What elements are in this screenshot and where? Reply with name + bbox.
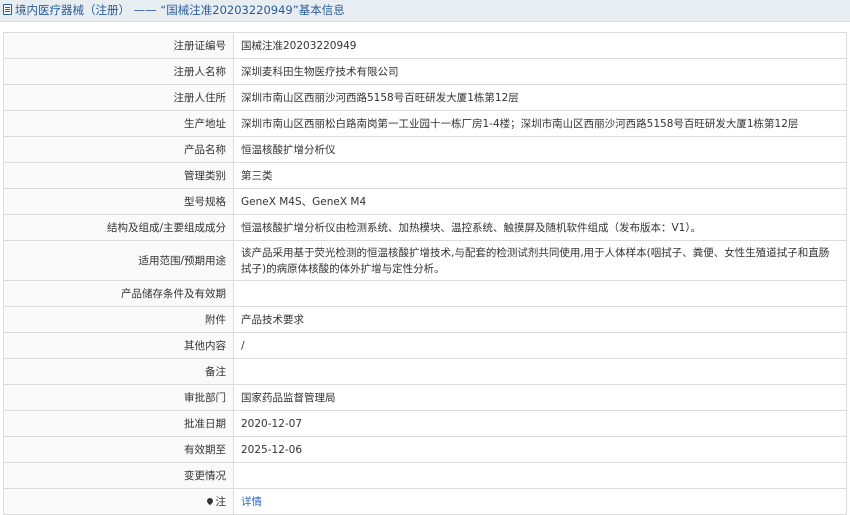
table-row-note: 注 详情: [3, 488, 847, 515]
field-value: 深圳市南山区西丽沙河西路5158号百旺研发大厦1栋第12层: [233, 84, 847, 111]
field-label: 结构及组成/主要组成成分: [3, 214, 234, 241]
field-value: 国械注准20203220949: [233, 32, 847, 59]
field-value: 2025-12-06: [233, 436, 847, 463]
field-label: 审批部门: [3, 384, 234, 411]
table-row: 适用范围/预期用途 该产品采用基于荧光检测的恒温核酸扩增技术,与配套的检测试剂共…: [3, 240, 847, 281]
table-row: 附件 产品技术要求: [3, 306, 847, 333]
table-row: 生产地址 深圳市南山区西丽松白路南岗第一工业园十一栋厂房1-4楼；深圳市南山区西…: [3, 110, 847, 137]
field-label: 备注: [3, 358, 234, 385]
field-value: 国家药品监督管理局: [233, 384, 847, 411]
field-label: 批准日期: [3, 410, 234, 437]
field-label: 适用范围/预期用途: [3, 240, 234, 281]
field-label: 有效期至: [3, 436, 234, 463]
table-row: 结构及组成/主要组成成分 恒温核酸扩增分析仪由检测系统、加热模块、温控系统、触摸…: [3, 214, 847, 241]
table-row: 有效期至 2025-12-06: [3, 436, 847, 463]
field-value: 2020-12-07: [233, 410, 847, 437]
field-value: 第三类: [233, 162, 847, 189]
detail-table-container: 注册证编号 国械注准20203220949 注册人名称 深圳麦科田生物医疗技术有…: [0, 22, 850, 515]
note-value: 详情: [233, 488, 847, 515]
note-label-text: 注: [215, 496, 227, 508]
note-label: 注: [3, 488, 234, 515]
table-row: 管理类别 第三类: [3, 162, 847, 189]
field-label: 变更情况: [3, 462, 234, 489]
field-value: [233, 358, 847, 385]
field-label: 注册证编号: [3, 32, 234, 59]
field-label: 附件: [3, 306, 234, 333]
page-title: 境内医疗器械（注册） —— “国械注准20203220949”基本信息: [15, 3, 345, 17]
field-value: 深圳麦科田生物医疗技术有限公司: [233, 58, 847, 85]
field-value: 产品技术要求: [233, 306, 847, 333]
detail-table: 注册证编号 国械注准20203220949 注册人名称 深圳麦科田生物医疗技术有…: [3, 32, 847, 515]
details-link[interactable]: 详情: [241, 496, 262, 508]
table-row: 变更情况: [3, 462, 847, 489]
table-row: 注册人住所 深圳市南山区西丽沙河西路5158号百旺研发大厦1栋第12层: [3, 84, 847, 111]
field-label: 注册人住所: [3, 84, 234, 111]
field-value: 恒温核酸扩增分析仪由检测系统、加热模块、温控系统、触摸屏及随机软件组成（发布版本…: [233, 214, 847, 241]
page-header: 境内医疗器械（注册） —— “国械注准20203220949”基本信息: [0, 0, 850, 22]
field-value: GeneX M4S、GeneX M4: [233, 188, 847, 215]
field-value: 深圳市南山区西丽松白路南岗第一工业园十一栋厂房1-4楼；深圳市南山区西丽沙河西路…: [233, 110, 847, 137]
table-row: 批准日期 2020-12-07: [3, 410, 847, 437]
document-icon: [3, 4, 12, 15]
table-row: 备注: [3, 358, 847, 385]
field-value: /: [233, 332, 847, 359]
table-row: 产品名称 恒温核酸扩增分析仪: [3, 136, 847, 163]
table-row: 型号规格 GeneX M4S、GeneX M4: [3, 188, 847, 215]
table-row: 注册人名称 深圳麦科田生物医疗技术有限公司: [3, 58, 847, 85]
table-row: 其他内容 /: [3, 332, 847, 359]
field-label: 注册人名称: [3, 58, 234, 85]
field-label: 管理类别: [3, 162, 234, 189]
field-value: [233, 280, 847, 307]
field-label: 生产地址: [3, 110, 234, 137]
field-value: 该产品采用基于荧光检测的恒温核酸扩增技术,与配套的检测试剂共同使用,用于人体样本…: [233, 240, 847, 281]
location-pin-icon: [205, 496, 214, 506]
table-row: 产品储存条件及有效期: [3, 280, 847, 307]
field-label: 其他内容: [3, 332, 234, 359]
field-label: 型号规格: [3, 188, 234, 215]
field-value: [233, 462, 847, 489]
table-row: 审批部门 国家药品监督管理局: [3, 384, 847, 411]
table-row: 注册证编号 国械注准20203220949: [3, 32, 847, 59]
field-value: 恒温核酸扩增分析仪: [233, 136, 847, 163]
field-label: 产品名称: [3, 136, 234, 163]
field-label: 产品储存条件及有效期: [3, 280, 234, 307]
